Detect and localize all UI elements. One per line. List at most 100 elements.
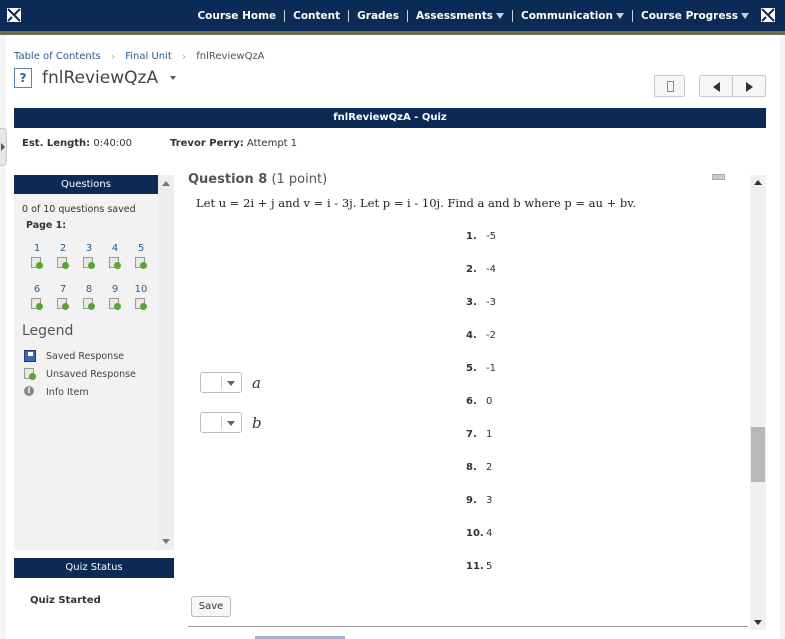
question-grid: 1 2 3 4 5 6 7 8 9 10 <box>24 243 154 310</box>
chevron-down-icon <box>227 421 235 426</box>
unsaved-response-icon <box>135 257 147 269</box>
nav-content[interactable]: Content <box>285 10 348 22</box>
choice-item: 5. -1 <box>466 363 496 374</box>
unsaved-response-icon <box>31 298 43 310</box>
page-title: fnlReviewQzA <box>42 68 159 88</box>
save-button[interactable]: Save <box>191 596 231 617</box>
chevron-down-icon[interactable] <box>170 76 177 80</box>
chevron-right-icon: › <box>181 50 187 63</box>
saved-count: 0 of 10 questions saved <box>22 204 136 215</box>
question-link[interactable]: 6 <box>24 284 50 310</box>
unsaved-response-icon <box>83 257 95 269</box>
quiz-banner: fnlReviewQzA - Quiz <box>14 108 766 128</box>
legend-item: Unsaved Response <box>24 368 136 380</box>
question-link[interactable]: 9 <box>102 284 128 310</box>
previous-button[interactable] <box>700 76 733 96</box>
question-link[interactable]: 10 <box>128 284 154 310</box>
choice-item: 2. -4 <box>466 264 496 275</box>
question-link[interactable]: 7 <box>50 284 76 310</box>
pager <box>699 75 766 97</box>
nav-communication[interactable]: Communication <box>513 10 632 22</box>
user-name: Trevor Perry: <box>170 138 244 149</box>
answer-b-row: b <box>200 412 262 433</box>
chevron-down-icon <box>227 381 235 386</box>
breadcrumb-link[interactable]: Table of Contents <box>14 51 101 62</box>
side-panel-toggle[interactable] <box>0 128 7 166</box>
saved-response-icon <box>24 350 36 362</box>
est-length-value: 0:40:00 <box>93 138 132 149</box>
choice-item: 4. -2 <box>466 330 496 341</box>
legend-title: Legend <box>22 323 74 339</box>
unsaved-response-icon <box>57 298 69 310</box>
nav-grades[interactable]: Grades <box>349 10 407 22</box>
scroll-thumb[interactable] <box>751 427 765 482</box>
question-link[interactable]: 1 <box>24 243 50 269</box>
scroll-up-icon[interactable] <box>754 180 762 185</box>
question-scrollbar[interactable] <box>750 175 766 630</box>
est-length: Est. Length: 0:40:00 <box>22 138 132 149</box>
question-area: Question 8 (1 point) Let u = 2i + j and … <box>180 170 766 639</box>
questions-panel-header: Questions <box>14 175 158 194</box>
question-link[interactable]: 3 <box>76 243 102 269</box>
est-length-label: Est. Length: <box>22 138 91 149</box>
answer-b-label: b <box>252 413 262 432</box>
main-nav: Course Home Content Grades Assessments C… <box>189 0 757 31</box>
question-link[interactable]: 4 <box>102 243 128 269</box>
answer-a-row: a <box>200 372 261 393</box>
unsaved-response-icon <box>24 368 36 380</box>
chevron-down-icon <box>496 12 505 19</box>
select-divider <box>221 416 222 429</box>
scroll-up-icon[interactable] <box>162 181 170 186</box>
unsaved-response-icon <box>109 298 121 310</box>
scroll-down-icon[interactable] <box>162 539 170 544</box>
legend-item: i Info Item <box>24 386 89 398</box>
question-link[interactable]: 8 <box>76 284 102 310</box>
page-label: Page 1: <box>26 220 67 231</box>
breadcrumb: Table of Contents › Final Unit › fnlRevi… <box>14 50 265 63</box>
top-nav-bar: Course Home Content Grades Assessments C… <box>0 0 785 31</box>
quiz-status-value: Quiz Started <box>30 595 101 606</box>
nav-assessments[interactable]: Assessments <box>408 10 512 22</box>
select-divider <box>221 376 222 389</box>
answer-a-select[interactable] <box>200 372 242 393</box>
choice-item: 11. 5 <box>466 561 493 572</box>
question-title: Question 8 (1 point) <box>188 172 327 187</box>
question-link[interactable]: 5 <box>128 243 154 269</box>
help-icon: ? <box>14 68 32 88</box>
bookmark-button[interactable] <box>654 75 685 97</box>
next-button[interactable] <box>733 76 765 96</box>
unsaved-response-icon <box>31 257 43 269</box>
answer-b-select[interactable] <box>200 412 242 433</box>
print-icon[interactable] <box>712 174 725 180</box>
choice-item: 9. 3 <box>466 495 493 506</box>
question-text: Let u = 2i + j and v = i - 3j. Let p = i… <box>196 196 637 210</box>
question-link[interactable]: 2 <box>50 243 76 269</box>
unsaved-response-icon <box>109 257 121 269</box>
choice-item: 8. 2 <box>466 462 493 473</box>
choice-item: 1. -5 <box>466 231 496 242</box>
choice-item: 7. 1 <box>466 429 493 440</box>
legend-item: Saved Response <box>24 350 124 362</box>
unsaved-response-icon <box>135 298 147 310</box>
breadcrumb-link[interactable]: Final Unit <box>125 51 172 62</box>
answer-a-label: a <box>252 373 261 392</box>
nav-course-home[interactable]: Course Home <box>189 10 284 22</box>
choice-item: 10. 4 <box>466 528 493 539</box>
divider <box>188 626 748 627</box>
question-points: (1 point) <box>271 172 328 187</box>
choice-item: 3. -3 <box>466 297 496 308</box>
attempt-value: Attempt 1 <box>246 138 298 149</box>
nav-course-progress[interactable]: Course Progress <box>633 10 757 22</box>
question-number: Question 8 <box>188 172 268 187</box>
unsaved-response-icon <box>83 298 95 310</box>
chevron-right-icon: › <box>110 50 116 63</box>
choice-item: 6. 0 <box>466 396 493 407</box>
info-icon: i <box>24 386 36 398</box>
scroll-down-icon[interactable] <box>754 620 762 625</box>
bookmark-icon <box>667 81 674 92</box>
attempt-info: Trevor Perry: Attempt 1 <box>170 138 297 149</box>
breadcrumb-current: fnlReviewQzA <box>196 51 265 62</box>
questions-scrollbar[interactable] <box>158 175 174 550</box>
org-logo-icon[interactable] <box>6 7 22 23</box>
course-logo-icon[interactable] <box>760 7 776 23</box>
